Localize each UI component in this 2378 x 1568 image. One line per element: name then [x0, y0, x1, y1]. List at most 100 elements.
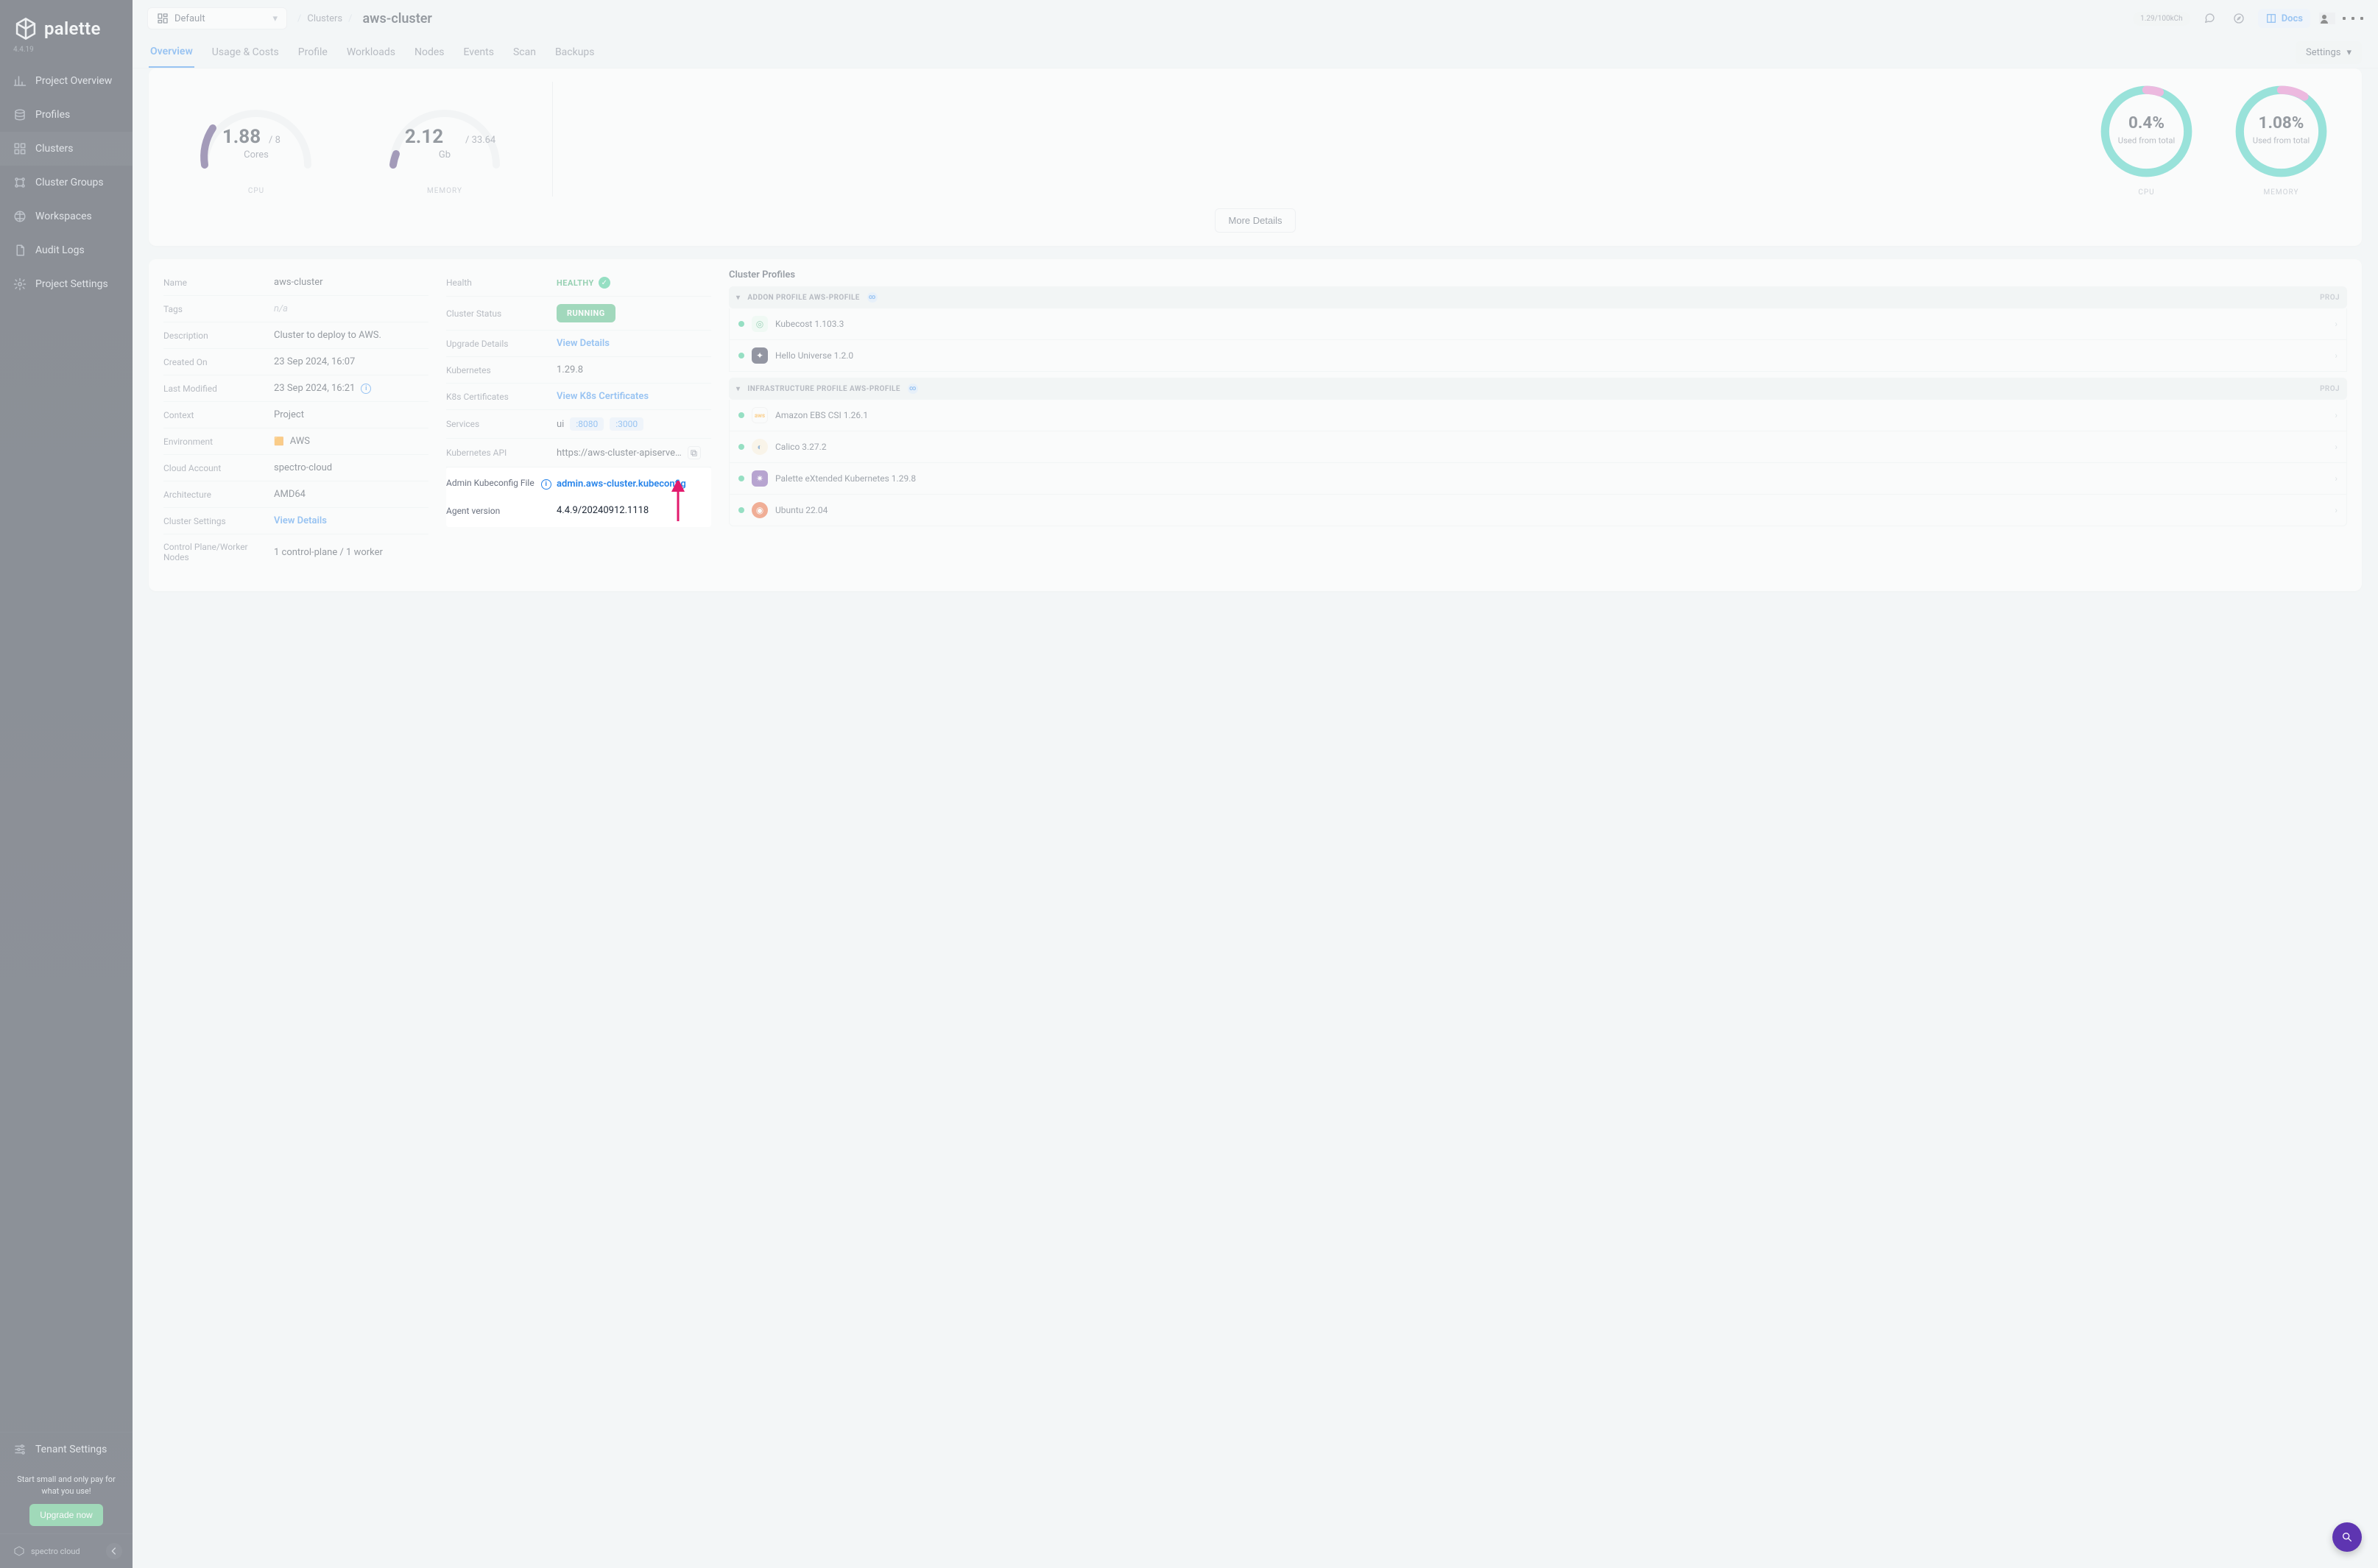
breadcrumb-clusters[interactable]: Clusters	[307, 13, 342, 24]
tab-backups[interactable]: Backups	[554, 38, 596, 67]
ubuntu-icon: ◉	[752, 502, 768, 518]
sidebar-item-clusters[interactable]: Clusters	[0, 132, 133, 166]
more-details-button[interactable]: More Details	[1215, 208, 1296, 233]
pack-pxk[interactable]: ✷ Palette eXtended Kubernetes 1.29.8 ›	[729, 463, 2347, 495]
dashboard-icon	[157, 13, 169, 24]
kubecost-icon: ◎	[752, 316, 768, 332]
help-fab[interactable]	[2332, 1522, 2362, 1552]
pack-hello-universe[interactable]: ✦ Hello Universe 1.2.0 ›	[729, 340, 2347, 372]
pack-label: Ubuntu 22.04	[775, 505, 828, 515]
k-tags: Tags	[163, 304, 274, 314]
sidebar-item-project-overview[interactable]: Project Overview	[0, 64, 133, 98]
tab-scan[interactable]: Scan	[512, 38, 537, 67]
breadcrumb-current: aws-cluster	[363, 11, 432, 27]
service-port-8080[interactable]: :8080	[570, 417, 604, 431]
upgrade-note: Start small and only pay for what you us…	[13, 1474, 119, 1497]
avatar-icon	[2319, 13, 2335, 24]
tab-profile[interactable]: Profile	[297, 38, 329, 67]
service-port-3000[interactable]: :3000	[610, 417, 643, 431]
collapse-sidebar-button[interactable]	[106, 1543, 122, 1559]
workspace-icon	[13, 210, 27, 223]
v-health: HEALTHY ✓	[557, 277, 711, 289]
chat-icon[interactable]	[2199, 8, 2220, 29]
sidebar-item-label: Audit Logs	[35, 244, 85, 256]
brand-name: palette	[44, 18, 101, 39]
addon-profile-header[interactable]: ▾ ADDON PROFILE AWS-PROFILE ∞ PROJ	[729, 286, 2347, 308]
k-created: Created On	[163, 357, 274, 367]
gear-icon	[13, 278, 27, 291]
tab-events[interactable]: Events	[462, 38, 495, 67]
v-modified-text: 23 Sep 2024, 16:21	[274, 383, 355, 394]
sidebar-item-audit-logs[interactable]: Audit Logs	[0, 233, 133, 267]
compass-icon[interactable]	[2229, 8, 2249, 29]
chevron-right-icon: ›	[2335, 473, 2338, 484]
brand-version: 4.4.19	[0, 46, 133, 64]
palette-logo-icon	[13, 16, 38, 41]
chevron-down-icon: ▾	[736, 385, 740, 393]
profiles-title: Cluster Profiles	[729, 269, 2347, 280]
bar-chart-icon	[13, 74, 27, 88]
pack-ubuntu[interactable]: ◉ Ubuntu 22.04 ›	[729, 495, 2347, 526]
sidebar-item-profiles[interactable]: Profiles	[0, 98, 133, 132]
v-api: https://aws-cluster-apiserve…	[557, 446, 711, 459]
pack-ebs-csi[interactable]: aws Amazon EBS CSI 1.26.1 ›	[729, 400, 2347, 431]
credit-pill[interactable]: 1.29/100kCh	[2133, 12, 2190, 26]
sidebar-item-label: Tenant Settings	[35, 1444, 107, 1455]
certs-link[interactable]: View K8s Certificates	[557, 391, 649, 402]
k-health: Health	[446, 278, 557, 288]
sidebar-item-project-settings[interactable]: Project Settings	[0, 267, 133, 301]
breadcrumb: / Clusters / aws-cluster	[297, 11, 432, 27]
breadcrumb-sep: /	[297, 13, 301, 24]
tabs: Overview Usage & Costs Profile Workloads…	[133, 29, 2378, 68]
sidebar-item-workspaces[interactable]: Workspaces	[0, 199, 133, 233]
status-dot-icon	[738, 412, 744, 418]
docs-button[interactable]: Docs	[2258, 9, 2310, 28]
tab-overview[interactable]: Overview	[149, 37, 194, 68]
chevron-right-icon: ›	[2335, 319, 2338, 329]
pack-kubecost[interactable]: ◎ Kubecost 1.103.3 ›	[729, 308, 2347, 340]
info-icon[interactable]: i	[361, 384, 371, 394]
info-icon[interactable]: i	[541, 479, 551, 490]
tab-usage-costs[interactable]: Usage & Costs	[211, 38, 281, 67]
sidebar-item-cluster-groups[interactable]: Cluster Groups	[0, 166, 133, 199]
network-icon	[13, 176, 27, 189]
chevron-right-icon: ›	[2335, 505, 2338, 515]
pxk-icon: ✷	[752, 470, 768, 487]
sidebar-item-tenant-settings[interactable]: Tenant Settings	[0, 1432, 133, 1466]
user-menu[interactable]	[2319, 13, 2363, 24]
upgrade-now-button[interactable]: Upgrade now	[29, 1504, 102, 1526]
donut-mem-caption: MEMORY	[2231, 188, 2331, 197]
v-cpwn: 1 control-plane / 1 worker	[274, 547, 428, 558]
highlight-kubeconfig-agent: Admin Kubeconfig File i admin.aws-cluste…	[446, 467, 711, 527]
healthy-text: HEALTHY	[557, 278, 594, 288]
book-icon	[2265, 13, 2277, 24]
gauge-memory: 2.12 / 33.64 Gb MEMORY	[350, 77, 539, 202]
copy-api-button[interactable]	[688, 446, 701, 459]
status-dot-icon	[738, 507, 744, 513]
grid-icon	[13, 142, 27, 155]
layers-icon	[13, 108, 27, 121]
cluster-settings-link[interactable]: View Details	[274, 515, 327, 526]
scope-selector[interactable]: Default ▾	[147, 7, 287, 29]
upgrade-details-link[interactable]: View Details	[557, 338, 610, 349]
pack-calico[interactable]: ◐ Calico 3.27.2 ›	[729, 431, 2347, 463]
calico-icon: ◐	[752, 439, 768, 455]
donut-cpu-caption: CPU	[2097, 188, 2196, 197]
brand: palette	[0, 0, 133, 46]
v-desc: Cluster to deploy to AWS.	[274, 330, 428, 341]
v-env: 🟧 AWS	[274, 436, 428, 447]
cluster-profiles: Cluster Profiles ▾ ADDON PROFILE AWS-PRO…	[729, 269, 2347, 526]
link-icon: ∞	[908, 384, 918, 394]
tab-workloads[interactable]: Workloads	[345, 38, 397, 67]
tab-nodes[interactable]: Nodes	[413, 38, 446, 67]
gauge-cpu: 1.88 / 8 Cores CPU	[162, 77, 350, 202]
status-badge: RUNNING	[557, 304, 615, 322]
v-name: aws-cluster	[274, 277, 428, 288]
proj-badge: PROJ	[2320, 385, 2340, 393]
footer-brand-text: spectro cloud	[31, 1547, 80, 1556]
pack-label: Hello Universe 1.2.0	[775, 350, 853, 361]
settings-menu[interactable]: Settings ▾	[2296, 41, 2362, 64]
infra-profile-header[interactable]: ▾ INFRASTRUCTURE PROFILE AWS-PROFILE ∞ P…	[729, 378, 2347, 400]
mem-value: 2.12	[405, 126, 443, 148]
sidebar-item-label: Workspaces	[35, 211, 92, 222]
